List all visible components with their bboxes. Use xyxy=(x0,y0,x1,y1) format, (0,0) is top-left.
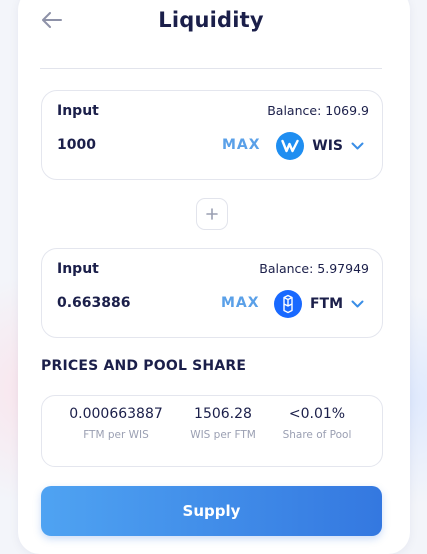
header-divider xyxy=(40,68,382,69)
plus-icon xyxy=(206,208,218,220)
price-value: 1506.28 xyxy=(194,406,252,422)
wis-token-icon xyxy=(276,132,305,160)
input-a-token-symbol: WIS xyxy=(312,138,343,154)
chevron-down-icon xyxy=(351,142,364,149)
input-panel-b: Input Balance: 5.97949 0.663886 MAX FTM xyxy=(41,248,383,338)
input-b-label: Input xyxy=(57,261,99,277)
price-value: 0.000663887 xyxy=(69,406,163,422)
price-item-ftm-per-wis: 0.000663887 FTM per WIS xyxy=(56,406,176,441)
input-a-balance: Balance: 1069.9 xyxy=(267,103,369,118)
prices-section-heading: PRICES AND POOL SHARE xyxy=(41,358,247,374)
price-caption: FTM per WIS xyxy=(83,429,149,441)
price-item-wis-per-ftm: 1506.28 WIS per FTM xyxy=(178,406,268,441)
input-b-amount-field[interactable]: 0.663886 xyxy=(57,295,131,311)
input-b-max-button[interactable]: MAX xyxy=(221,295,260,311)
price-caption: WIS per FTM xyxy=(190,429,256,441)
input-b-balance: Balance: 5.97949 xyxy=(259,261,369,276)
input-a-token-selector[interactable]: WIS xyxy=(276,131,364,161)
input-panel-a: Input Balance: 1069.9 1000 MAX WIS xyxy=(41,90,383,180)
chevron-down-icon xyxy=(351,300,364,307)
price-value: <0.01% xyxy=(288,406,346,422)
input-a-amount-field[interactable]: 1000 xyxy=(57,137,96,153)
price-caption: Share of Pool xyxy=(282,429,352,441)
page-title: Liquidity xyxy=(158,8,264,32)
input-a-max-button[interactable]: MAX xyxy=(222,137,261,153)
add-plus-button[interactable] xyxy=(196,198,228,230)
liquidity-card: Liquidity Input Balance: 1069.9 1000 MAX… xyxy=(18,0,410,554)
input-b-token-symbol: FTM xyxy=(309,296,343,312)
prices-panel: 0.000663887 FTM per WIS 1506.28 WIS per … xyxy=(41,395,383,467)
ftm-token-icon xyxy=(273,290,302,318)
input-b-token-selector[interactable]: FTM xyxy=(273,289,364,319)
supply-button[interactable]: Supply xyxy=(41,486,382,536)
card-header: Liquidity xyxy=(40,8,382,56)
input-a-label: Input xyxy=(57,103,99,119)
price-item-share-of-pool: <0.01% Share of Pool xyxy=(272,406,362,441)
